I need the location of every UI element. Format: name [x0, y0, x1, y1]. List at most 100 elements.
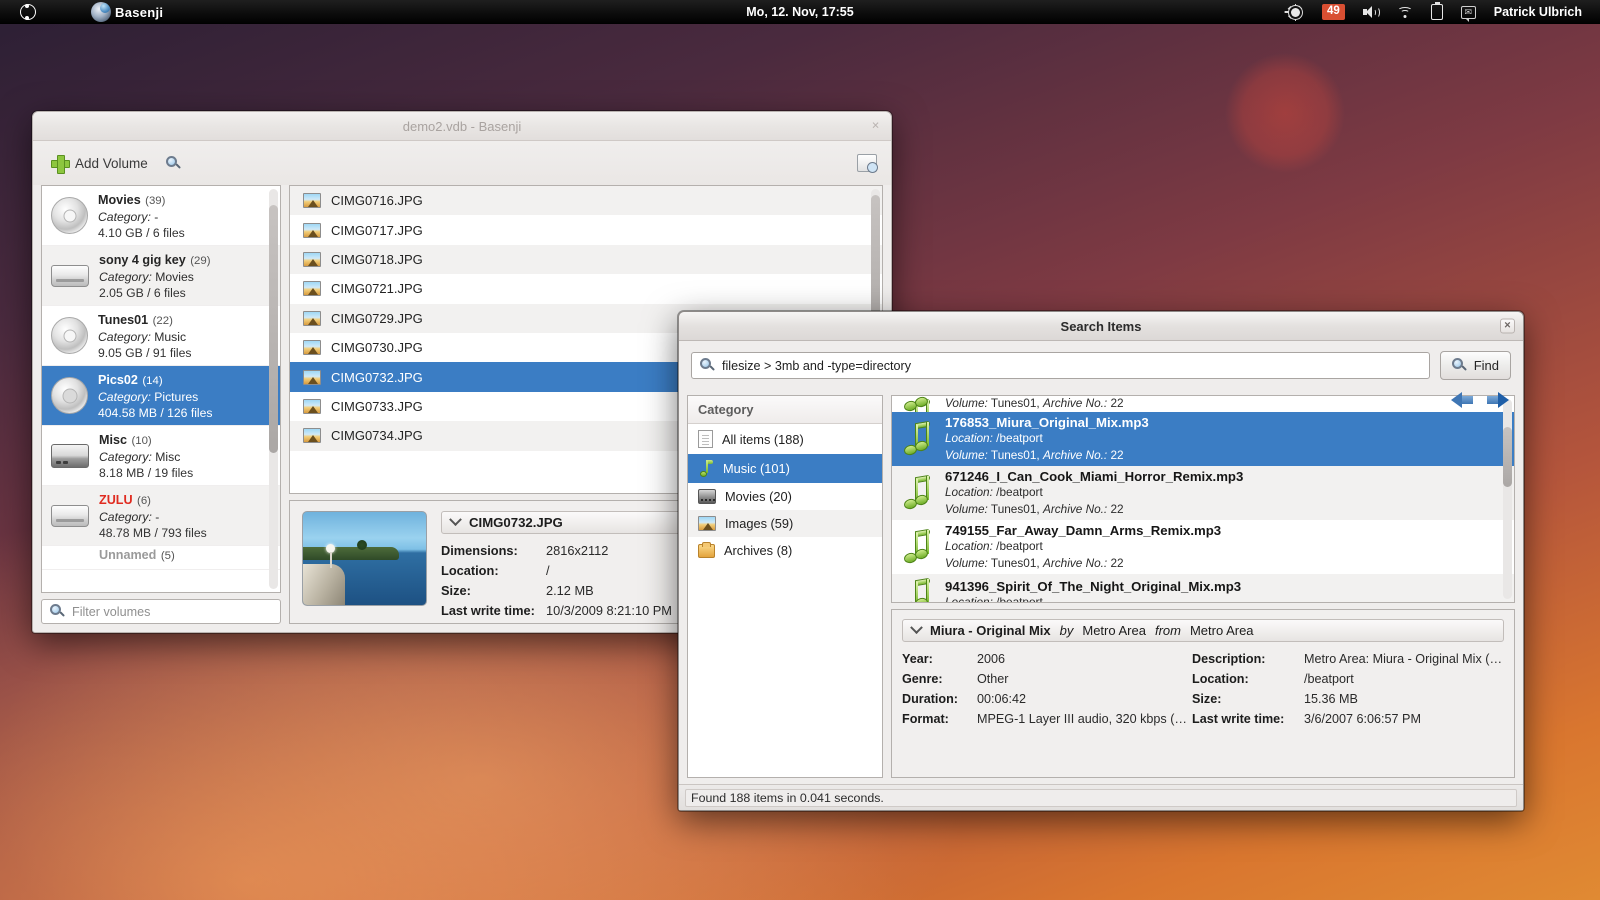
- volume-category: -: [155, 510, 159, 524]
- category-item-images[interactable]: Images (59): [688, 510, 882, 537]
- volume-count: (14): [142, 375, 162, 387]
- image-icon: [303, 428, 321, 443]
- basenji-app-icon: [91, 2, 111, 22]
- volume-list-item[interactable]: Tunes01 (22) Category: Music 9.05 GB / 9…: [42, 306, 280, 366]
- year-value: 2006: [977, 652, 1192, 666]
- artist-name: Metro Area: [1082, 623, 1146, 638]
- filter-volumes-input[interactable]: Filter volumes: [41, 599, 281, 624]
- find-label: Find: [1474, 358, 1499, 373]
- search-query-input[interactable]: filesize > 3mb and -type=directory: [691, 352, 1430, 379]
- volume-label: Volume:: [945, 448, 988, 462]
- preview-icon[interactable]: [857, 154, 877, 172]
- last-write-label: Last write time:: [1192, 712, 1304, 726]
- volume-category: Movies: [155, 270, 194, 284]
- category-label: All items (188): [722, 432, 804, 447]
- archive-label: Archive No.:: [1043, 556, 1107, 570]
- category-label: Movies (20): [725, 489, 792, 504]
- image-icon: [303, 311, 321, 326]
- arrow-right-icon[interactable]: [1487, 391, 1509, 409]
- brightness-icon[interactable]: [1287, 4, 1304, 21]
- disc-icon: [51, 317, 88, 354]
- music-note-icon: [904, 579, 934, 603]
- metadata-header[interactable]: Miura - Original Mix by Metro Area from …: [902, 619, 1504, 642]
- wifi-icon[interactable]: [1397, 6, 1413, 18]
- search-items-window[interactable]: Search Items × filesize > 3mb and -type=…: [678, 311, 1524, 811]
- chevron-down-icon[interactable]: [910, 621, 923, 634]
- messaging-icon[interactable]: ✉: [1461, 6, 1476, 19]
- format-label: Format:: [902, 712, 977, 726]
- volume-list-item[interactable]: Misc (10) Category: Misc 8.18 MB / 19 fi…: [42, 426, 280, 486]
- results-scrollbar[interactable]: [1503, 399, 1512, 599]
- volume-list-item-selected[interactable]: Pics02 (14) Category: Pictures 404.58 MB…: [42, 366, 280, 426]
- image-icon: [303, 193, 321, 208]
- metadata-grid: Year: 2006 Description: Metro Area: Miur…: [902, 652, 1504, 726]
- result-row[interactable]: 749155_Far_Away_Damn_Arms_Remix.mp3 Loca…: [892, 520, 1514, 574]
- search-icon: [700, 358, 715, 373]
- location-label: Location:: [1192, 672, 1304, 686]
- add-volume-button[interactable]: Add Volume: [47, 152, 152, 175]
- result-row-selected[interactable]: 176853_Miura_Original_Mix.mp3 Location: …: [892, 412, 1514, 466]
- top-panel: Basenji Mo, 12. Nov, 17:55 49 ✉ Patrick …: [0, 0, 1600, 24]
- app-menu-title[interactable]: Basenji: [115, 5, 163, 20]
- volume-list-item[interactable]: ZULU (6) Category: - 48.78 MB / 793 file…: [42, 486, 280, 546]
- music-note-icon: [904, 400, 934, 412]
- volume-name: sony 4 gig key: [99, 253, 186, 267]
- file-row[interactable]: CIMG0717.JPG: [290, 215, 882, 244]
- volume-name: Pics02: [98, 373, 138, 387]
- volume-category-label: Category:: [99, 450, 152, 464]
- last-write-value: 10/3/2009 8:21:10 PM: [546, 603, 672, 618]
- file-name: CIMG0717.JPG: [331, 223, 423, 238]
- category-item-movies[interactable]: Movies (20): [688, 483, 882, 510]
- notification-badge[interactable]: 49: [1322, 4, 1345, 21]
- volume-icon[interactable]: [1363, 6, 1379, 18]
- category-item-music[interactable]: Music (101): [688, 454, 882, 483]
- search-window-titlebar[interactable]: Search Items ×: [679, 312, 1523, 341]
- location-value: /beatport: [996, 595, 1043, 603]
- search-icon: [50, 604, 65, 619]
- result-row[interactable]: 941396_Spirit_Of_The_Night_Original_Mix.…: [892, 574, 1514, 603]
- volume-list-item[interactable]: sony 4 gig key (29) Category: Movies 2.0…: [42, 246, 280, 306]
- result-row[interactable]: Volume: Tunes01, Archive No.: 22: [892, 396, 1514, 412]
- size-label: Size:: [1192, 692, 1304, 706]
- system-tray: 49 ✉ Patrick Ulbrich: [1287, 4, 1600, 21]
- music-note-icon: [698, 460, 714, 477]
- add-volume-label: Add Volume: [75, 156, 148, 171]
- location-value: /: [546, 563, 550, 578]
- chevron-down-icon[interactable]: [449, 513, 462, 526]
- volume-category: Misc: [155, 450, 180, 464]
- volume-list-scrollbar[interactable]: [269, 189, 278, 589]
- hard-disk-icon: [51, 444, 89, 468]
- battery-icon[interactable]: [1431, 4, 1443, 20]
- arrow-left-icon[interactable]: [1451, 391, 1473, 409]
- category-header: Category: [688, 396, 882, 424]
- file-row[interactable]: CIMG0716.JPG: [290, 186, 882, 215]
- results-column: Volume: Tunes01, Archive No.: 22 176853_…: [891, 395, 1515, 778]
- close-icon[interactable]: ×: [1500, 319, 1515, 334]
- close-icon[interactable]: ×: [868, 119, 883, 134]
- image-icon: [303, 399, 321, 414]
- archive-value: 22: [1110, 556, 1123, 570]
- result-row[interactable]: 671246_I_Can_Cook_Miami_Horror_Remix.mp3…: [892, 466, 1514, 520]
- location-label: Location:: [945, 485, 993, 499]
- usb-drive-icon: [51, 505, 89, 527]
- volume-list-item[interactable]: Unnamed (5): [42, 546, 280, 570]
- volume-list-item[interactable]: Movies (39) Category: - 4.10 GB / 6 file…: [42, 186, 280, 246]
- search-icon[interactable]: [166, 156, 181, 171]
- filter-volumes-placeholder: Filter volumes: [72, 605, 150, 619]
- volume-list[interactable]: Movies (39) Category: - 4.10 GB / 6 file…: [41, 185, 281, 593]
- main-window-titlebar[interactable]: demo2.vdb - Basenji ×: [33, 112, 891, 141]
- music-note-icon: [904, 422, 934, 456]
- volume-size: 4.10 GB / 6 files: [98, 226, 185, 242]
- category-item-all[interactable]: All items (188): [688, 424, 882, 454]
- volume-name: Misc: [99, 433, 127, 447]
- find-button[interactable]: Find: [1440, 351, 1511, 380]
- username-menu[interactable]: Patrick Ulbrich: [1494, 5, 1582, 19]
- file-row[interactable]: CIMG0718.JPG: [290, 245, 882, 274]
- category-item-archives[interactable]: Archives (8): [688, 537, 882, 564]
- volume-count: (10): [131, 435, 151, 447]
- format-value: MPEG-1 Layer III audio, 320 kbps (CB…: [977, 712, 1192, 726]
- volume-size: 2.05 GB / 6 files: [99, 286, 211, 302]
- ubuntu-logo-icon[interactable]: [20, 4, 36, 20]
- search-results-list[interactable]: Volume: Tunes01, Archive No.: 22 176853_…: [891, 395, 1515, 603]
- file-row[interactable]: CIMG0721.JPG: [290, 274, 882, 303]
